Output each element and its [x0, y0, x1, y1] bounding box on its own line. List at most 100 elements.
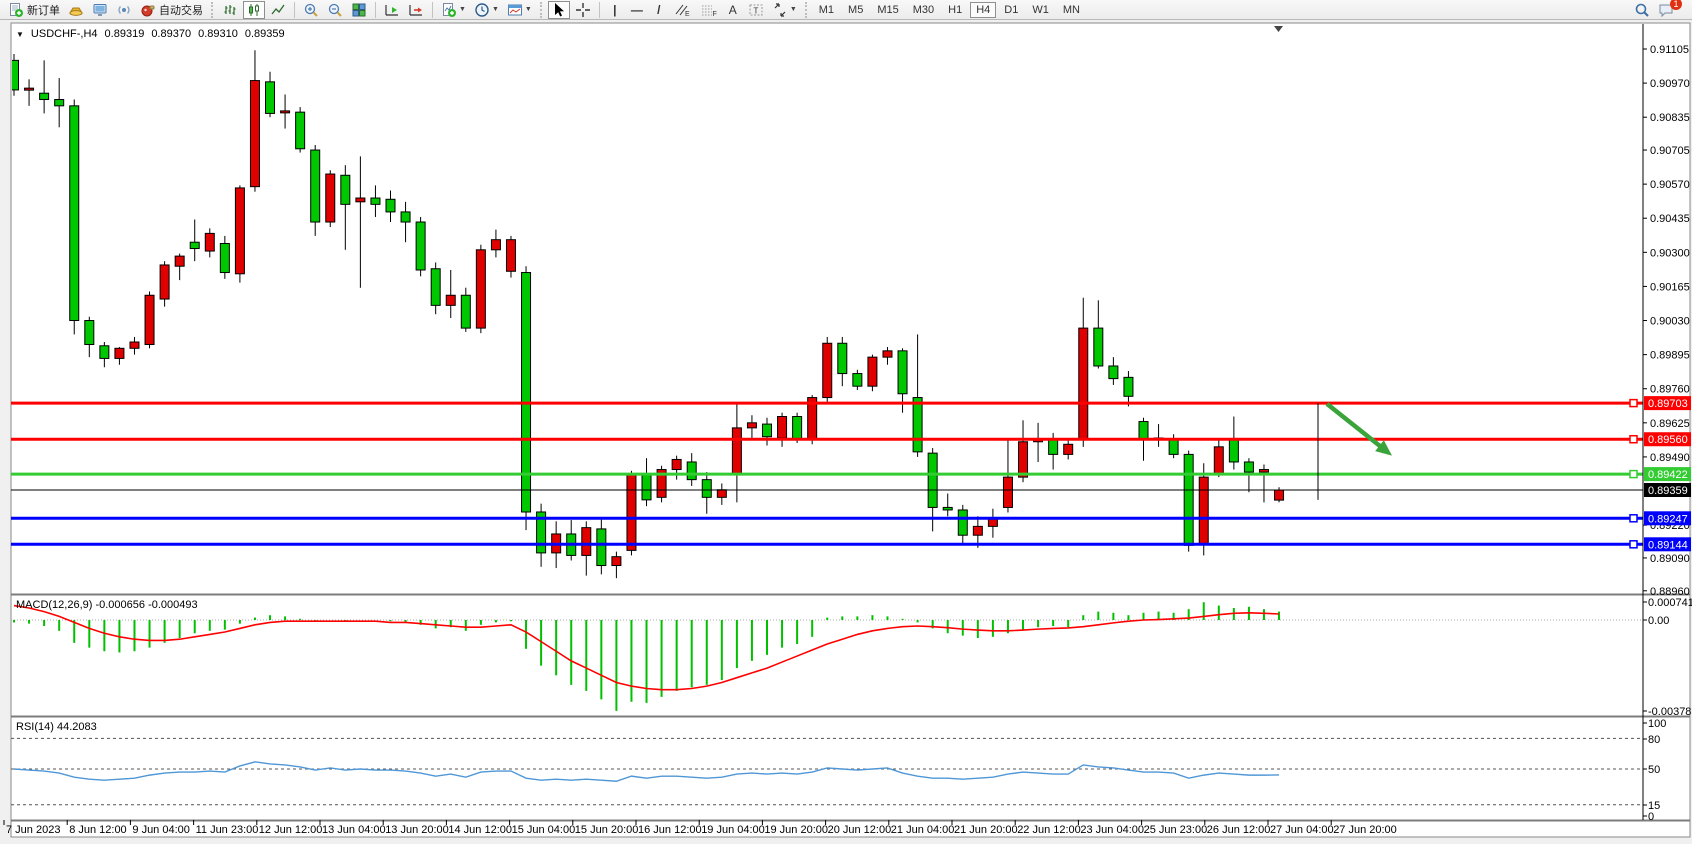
- price-tick-label: 0.89625: [1650, 418, 1690, 430]
- chart-canvas[interactable]: 0.911050.909700.908350.907050.905700.904…: [0, 0, 1692, 844]
- bar-chart-button[interactable]: [219, 1, 241, 19]
- text-label-button[interactable]: T: [745, 1, 767, 19]
- symbol-ohlc-bar[interactable]: ▼ USDCHF-,H4 0.89319 0.89370 0.89310 0.8…: [16, 28, 285, 40]
- templates-caret: ▼: [525, 6, 532, 13]
- price-chip-label: 0.89703: [1648, 398, 1688, 410]
- zoom-in-button[interactable]: [300, 1, 322, 19]
- arrows-button[interactable]: ▼: [769, 1, 800, 19]
- horizontal-line-button[interactable]: —: [627, 1, 647, 19]
- crosshair-icon: [575, 2, 591, 18]
- toolbar: 新订单 自动交易 ▼ ▼: [0, 0, 1692, 20]
- time-tick-label: 23 Jun 04:00: [1080, 824, 1144, 836]
- price-tick-label: 0.89090: [1650, 553, 1690, 565]
- price-chip-label: 0.89359: [1648, 485, 1688, 497]
- periods-button[interactable]: ▼: [471, 1, 502, 19]
- cursor-button[interactable]: [548, 1, 570, 19]
- market-watch-button[interactable]: [65, 1, 87, 19]
- price-tick-label: 0.90435: [1650, 213, 1690, 225]
- ohlc-high: 0.89370: [151, 28, 191, 40]
- chart-shift-button[interactable]: [405, 1, 427, 19]
- timeframe-button-mn[interactable]: MN: [1057, 2, 1086, 18]
- fibonacci-icon: F: [700, 2, 718, 18]
- price-tick-label: 0.88960: [1650, 586, 1690, 598]
- terminal-icon: [92, 2, 108, 18]
- auto-trading-label: 自动交易: [159, 2, 203, 18]
- search-icon: [1634, 2, 1650, 18]
- search-button[interactable]: [1631, 1, 1653, 19]
- indicators-caret: ▼: [459, 6, 466, 13]
- templates-button[interactable]: ▼: [504, 1, 535, 19]
- signal-button[interactable]: [113, 1, 135, 19]
- price-tick-label: 0.90705: [1650, 145, 1690, 157]
- chevron-down-icon[interactable]: ▼: [16, 30, 24, 39]
- time-tick-label: 14 Jun 12:00: [448, 824, 512, 836]
- indicators-icon: [441, 2, 457, 18]
- hline-handle[interactable]: [1630, 400, 1637, 407]
- notifications-button[interactable]: 1: [1655, 1, 1678, 19]
- auto-trading-button[interactable]: 自动交易: [137, 1, 206, 19]
- text-label-icon: T: [748, 2, 764, 18]
- new-order-label: 新订单: [27, 2, 60, 18]
- auto-scroll-button[interactable]: [381, 1, 403, 19]
- candle-chart-button[interactable]: [243, 1, 265, 19]
- symbol-label: USDCHF-,H4: [31, 28, 98, 40]
- price-tick-label: 0.90300: [1650, 247, 1690, 259]
- auto-trading-icon: [140, 2, 156, 18]
- time-tick-label: 13 Jun 04:00: [322, 824, 386, 836]
- time-tick-label: 16 Jun 12:00: [638, 824, 702, 836]
- rsi-tick-label: 0: [1648, 811, 1654, 823]
- price-tick-label: 0.89490: [1650, 452, 1690, 464]
- timeframe-button-h1[interactable]: H1: [942, 2, 968, 18]
- svg-text:F: F: [712, 11, 716, 18]
- periods-caret: ▼: [492, 6, 499, 13]
- hline-handle[interactable]: [1630, 515, 1637, 522]
- trendline-icon: /: [657, 3, 660, 17]
- crosshair-button[interactable]: [572, 1, 594, 19]
- time-tick-label: 22 Jun 12:00: [1017, 824, 1081, 836]
- trendline-button[interactable]: /: [649, 1, 669, 19]
- timeframe-button-h4[interactable]: H4: [970, 2, 996, 18]
- time-tick-label: 15 Jun 20:00: [575, 824, 639, 836]
- rsi-tick-label: 80: [1648, 734, 1660, 746]
- channel-icon: E: [674, 2, 692, 18]
- time-tick-label: 13 Jun 20:00: [385, 824, 449, 836]
- hline-handle[interactable]: [1630, 471, 1637, 478]
- line-chart-icon: [270, 2, 286, 18]
- price-tick-label: 0.91105: [1650, 44, 1689, 56]
- new-order-icon: [8, 2, 24, 18]
- tile-windows-button[interactable]: [348, 1, 370, 19]
- channel-button[interactable]: E: [671, 1, 695, 19]
- zoom-out-icon: [327, 2, 343, 18]
- horizontal-line-icon: —: [631, 3, 643, 17]
- text-button[interactable]: A: [723, 1, 743, 19]
- candle-chart-icon: [246, 2, 262, 18]
- timeframe-button-m5[interactable]: M5: [842, 2, 869, 18]
- indicators-button[interactable]: ▼: [438, 1, 469, 19]
- price-chip-label: 0.89144: [1648, 539, 1688, 551]
- rsi-tick-label: 50: [1648, 764, 1660, 776]
- vertical-line-icon: |: [613, 3, 616, 17]
- notification-badge: 1: [1670, 0, 1682, 10]
- time-tick-label: 25 Jun 23:00: [1144, 824, 1208, 836]
- macd-tick-label: -0.003781: [1648, 706, 1692, 718]
- terminal-button[interactable]: [89, 1, 111, 19]
- line-chart-button[interactable]: [267, 1, 289, 19]
- toolbar-grip: [540, 2, 543, 18]
- rsi-tick-label: 100: [1648, 718, 1666, 730]
- fibonacci-button[interactable]: F: [697, 1, 721, 19]
- timeframe-button-w1[interactable]: W1: [1026, 2, 1055, 18]
- ohlc-low: 0.89310: [198, 28, 238, 40]
- hline-handle[interactable]: [1630, 541, 1637, 548]
- price-tick-label: 0.90030: [1650, 316, 1690, 328]
- timeframe-button-m30[interactable]: M30: [907, 2, 940, 18]
- toolbar-grip: [211, 2, 214, 18]
- new-order-button[interactable]: 新订单: [5, 1, 63, 19]
- timeframe-button-d1[interactable]: D1: [998, 2, 1024, 18]
- timeframe-group: M1M5M15M30H1H4D1W1MN: [812, 2, 1087, 18]
- timeframe-button-m1[interactable]: M1: [813, 2, 840, 18]
- zoom-out-button[interactable]: [324, 1, 346, 19]
- timeframe-button-m15[interactable]: M15: [871, 2, 904, 18]
- hline-handle[interactable]: [1630, 436, 1637, 443]
- vertical-line-button[interactable]: |: [605, 1, 625, 19]
- arrows-icon: [772, 2, 788, 18]
